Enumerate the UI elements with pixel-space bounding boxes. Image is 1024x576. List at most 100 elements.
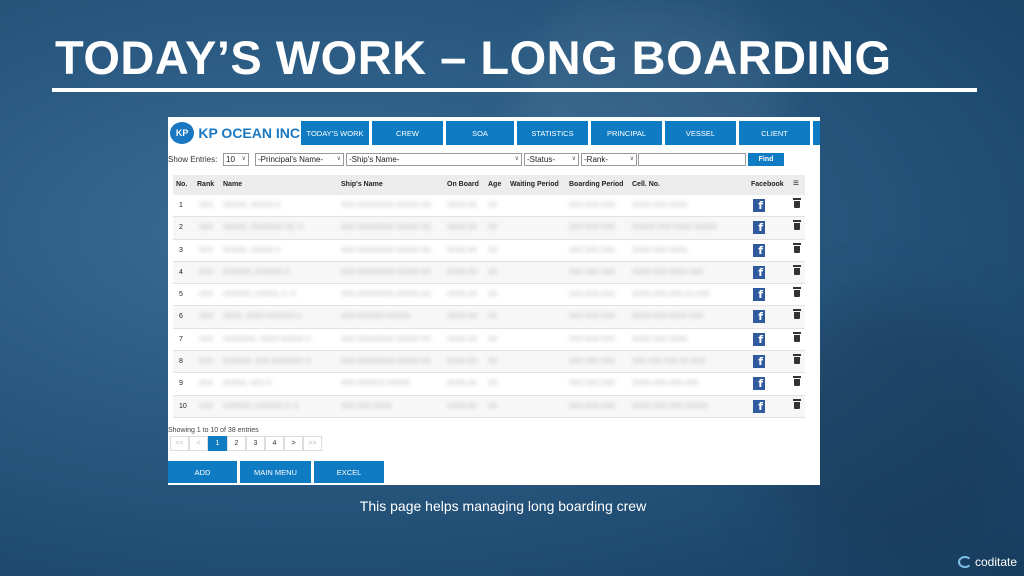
table-row[interactable]: 9 XXX XXXXX, XXX X. XXX XXXXXX XXXXX XXXX.XX… [173,373,805,396]
table-row[interactable]: 4 XXX XXXXXX, XXXXXX X. XXX XXXXXXXX XXXXX … [173,261,805,285]
slide-caption: This page helps managing long boarding c… [359,498,647,514]
col-boarding[interactable]: Boarding Period [569,181,623,188]
facebook-icon[interactable]: f [753,221,765,235]
cell-age: XX [488,313,498,321]
cell-boarding: XXX XXX XXX [569,246,615,254]
cell-cell: XXXX XXX XXXX [632,202,688,209]
trash-lid [793,264,801,267]
cell-age: XX [488,380,498,388]
table-row[interactable]: 10 XXX XXXXXX, XXXXXX X. X. XXX XXX XXXX XXX… [173,395,805,418]
trash-icon[interactable] [793,309,801,320]
table-row[interactable]: 3 XXX XXXXX, XXXXX X. XXX XXXXXXXX XXXXX XX… [173,240,805,262]
nav-tab-statistics[interactable]: STATISTICS [517,121,588,145]
page-3[interactable]: 3 [246,436,265,451]
page-prev[interactable]: < [189,436,208,451]
cell-name: XXXXXX, XXXXXX X. X. [223,402,301,410]
page-next[interactable]: > [284,436,303,451]
table-row[interactable]: 1 XXX XXXXX, XXXXX X. XXX XXXXXXXX XXXXX XX… [173,195,805,218]
col-rank[interactable]: Rank [197,181,214,188]
table-row[interactable]: 7 XXX XXXXXXX, XXXX XXXXX X. XXX XXXXXXXX X… [173,329,805,352]
cell-ship: XXX XXX XXXX [341,402,392,410]
find-button[interactable]: Find [748,153,784,166]
facebook-icon[interactable]: f [753,265,765,279]
col-name[interactable]: Name [223,181,242,188]
column-menu-icon[interactable]: ≡ [793,178,799,189]
nav-tab-soa[interactable]: SOA [446,121,514,145]
nav-tab-client[interactable]: CLIENT [739,121,810,145]
trash-icon[interactable] [793,220,801,231]
cell-cell: XXXX XXX XXXX [632,246,688,254]
page-first[interactable]: << [170,436,189,451]
app-screenshot: KP KP OCEAN INC TODAY'S WORK CREW SOA ST… [168,117,820,485]
cell-boarding: XXX XXX XXX [569,335,615,343]
facebook-icon[interactable]: f [753,288,765,302]
trash-icon[interactable] [793,398,801,409]
cell-ship: XXX XXXXXX XXXXX [341,380,411,388]
nav-tab-overflow[interactable] [813,121,820,145]
table-row[interactable]: 5 XXX XXXXXX, XXXXX, X. X. XXX XXXXXXXX XXX… [173,284,805,307]
trash-icon[interactable] [793,264,801,275]
page-1[interactable]: 1 [208,436,227,451]
col-no[interactable]: No. [176,181,187,188]
cell-ship: XXX XXXXXXXX XXXXX XX [341,358,431,366]
trash-lid [793,220,801,223]
add-button[interactable]: ADD [168,461,237,483]
col-age[interactable]: Age [488,181,501,188]
facebook-icon[interactable]: f [753,377,765,391]
trash-lid [793,398,801,401]
trash-icon[interactable] [793,331,801,342]
cell-cell: XXXX XXX XXX XXX [632,380,699,388]
search-input[interactable] [638,153,746,166]
cell-name: XXXXX, XXXXX X. [223,202,283,209]
trash-icon[interactable] [793,354,801,365]
cell-onboard: XXXX.XX [447,335,477,343]
show-entries-select[interactable]: 10 ∨ [223,153,249,166]
trash-icon[interactable] [793,242,801,253]
trash-bin [794,357,800,365]
nav-tab-vessel[interactable]: VESSEL [665,121,736,145]
cell-ship: XXX XXXXXXXX XXXXX XX [341,268,431,276]
table-row[interactable]: 2 XXX XXXXX, XXXXXXX XX. X. XXX XXXXXXXX XX… [173,217,805,240]
facebook-icon[interactable]: f [753,243,765,257]
cell-onboard: XXXX.XX [447,313,477,321]
action-buttons: ADD MAIN MENU EXCEL [168,461,387,483]
trash-icon[interactable] [793,376,801,387]
cell-ship: XXX XXXXXX XXXXX [341,313,411,321]
trash-bin [794,267,800,275]
cell-no: 7 [179,335,183,343]
trash-icon[interactable] [793,287,801,298]
trash-icon[interactable] [793,198,801,208]
cell-cell: XXX XXX XXX XX XXX [632,358,706,366]
col-onboard[interactable]: On Board [447,181,479,188]
rank-select[interactable]: -Rank- ∨ [581,153,637,166]
table-row[interactable]: 8 XXX XXXXXX, XXX XXXXXXX X. XXX XXXXXXXX X… [173,351,805,374]
status-select[interactable]: -Status- ∨ [524,153,579,166]
table-row[interactable]: 6 XXX XXXX, XXXX XXXXXX X. XXX XXXXXX XXXXX… [173,306,805,329]
nav-tab-todays-work[interactable]: TODAY'S WORK [301,121,369,145]
facebook-icon[interactable]: f [753,310,765,324]
nav-tab-crew[interactable]: CREW [372,121,443,145]
col-ship[interactable]: Ship's Name [341,181,383,188]
col-cell[interactable]: Cell. No. [632,181,660,188]
facebook-icon[interactable]: f [753,355,765,369]
app-logo[interactable]: KP KP OCEAN INC [170,121,300,145]
trash-lid [793,376,801,379]
col-facebook[interactable]: Facebook [751,181,784,188]
cell-age: XX [488,268,498,276]
main-menu-button[interactable]: MAIN MENU [240,461,311,483]
facebook-icon[interactable]: f [753,332,765,346]
page-4[interactable]: 4 [265,436,284,451]
title-underline [52,88,977,92]
cell-no: 8 [179,358,183,366]
facebook-icon[interactable]: f [753,199,765,212]
excel-button[interactable]: EXCEL [314,461,384,483]
facebook-icon[interactable]: f [753,399,765,413]
page-2[interactable]: 2 [227,436,246,451]
cell-onboard: XXXX.XX [447,358,477,366]
col-waiting[interactable]: Waiting Period [510,181,559,188]
ship-select[interactable]: -Ship's Name- ∨ [346,153,522,166]
trash-bin [794,312,800,320]
principal-select[interactable]: -Principal's Name- ∨ [255,153,344,166]
nav-tab-principal[interactable]: PRINCIPAL [591,121,662,145]
page-last[interactable]: >> [303,436,322,451]
